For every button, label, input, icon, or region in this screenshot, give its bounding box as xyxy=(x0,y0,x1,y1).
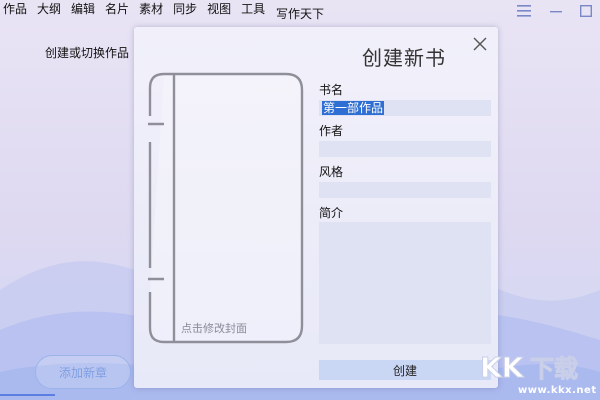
dialog-title: 创建新书 xyxy=(362,46,446,70)
title-input[interactable]: 第一部作品 xyxy=(319,100,491,116)
app-title: 写作天下 xyxy=(275,7,324,21)
minimize-button[interactable] xyxy=(548,3,564,19)
svg-text:KK: KK xyxy=(480,351,525,384)
maximize-button[interactable] xyxy=(578,3,594,19)
title-label: 书名 xyxy=(319,83,344,97)
create-book-dialog: 创建新书 点击修改封面 书名 第一部作品 作者 风格 简介 创建 xyxy=(134,27,498,388)
active-indicator xyxy=(0,394,55,396)
close-icon xyxy=(473,37,487,51)
style-label: 风格 xyxy=(319,165,344,179)
minimize-icon xyxy=(550,11,562,13)
close-button[interactable] xyxy=(472,36,488,52)
book-cover-icon xyxy=(144,72,304,344)
maximize-icon xyxy=(580,5,592,17)
author-input[interactable] xyxy=(319,141,491,157)
add-chapter-button[interactable]: 添加新章 xyxy=(35,355,131,389)
intro-textarea[interactable] xyxy=(319,222,491,344)
cover-picker[interactable] xyxy=(144,72,304,346)
create-button[interactable]: 创建 xyxy=(319,360,491,380)
switch-works-label[interactable]: 创建或切换作品 xyxy=(45,44,129,61)
title-value: 第一部作品 xyxy=(322,101,385,115)
author-label: 作者 xyxy=(319,124,344,138)
cover-caption[interactable]: 点击修改封面 xyxy=(181,320,247,336)
intro-label: 简介 xyxy=(319,206,344,220)
hamburger-icon xyxy=(517,5,531,17)
svg-text:下载: 下载 xyxy=(530,355,578,383)
settings-menu-button[interactable] xyxy=(516,3,532,19)
watermark-url: www.kkx.net xyxy=(518,385,597,396)
style-input[interactable] xyxy=(319,182,491,198)
